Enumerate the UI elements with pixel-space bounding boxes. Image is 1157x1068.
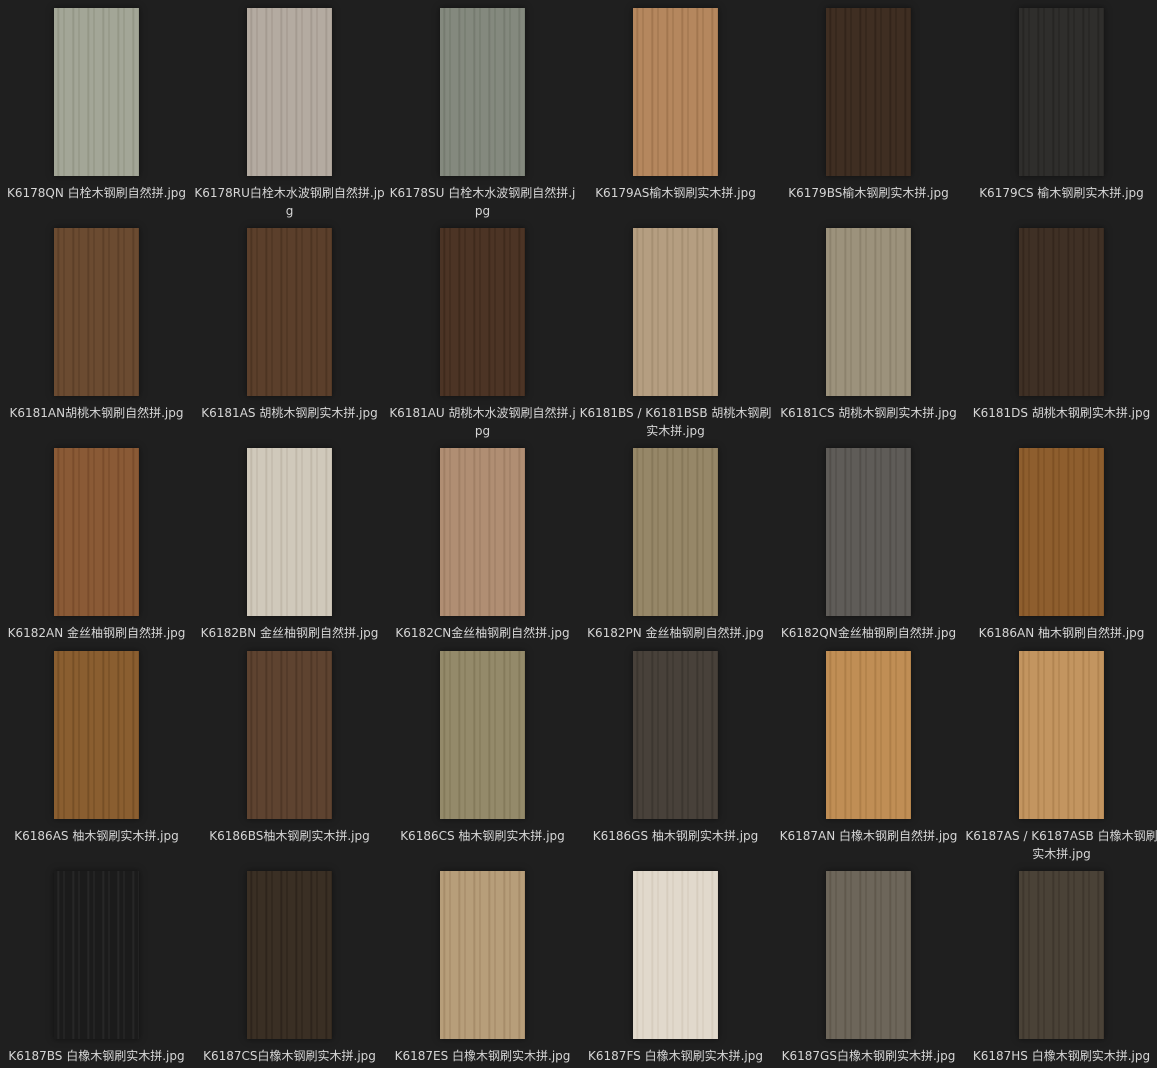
file-thumbnail[interactable] (826, 651, 911, 819)
file-name[interactable]: K6181AU 胡桃木水波钢刷自然拼.jpg (386, 404, 579, 440)
file-name[interactable]: K6181AN胡桃木钢刷自然拼.jpg (0, 404, 193, 422)
file-thumbnail[interactable] (440, 651, 525, 819)
file-name[interactable]: K6181DS 胡桃木钢刷实木拼.jpg (965, 404, 1157, 422)
file-thumbnail[interactable] (247, 8, 332, 176)
file-name[interactable]: K6186AN 柚木钢刷自然拼.jpg (965, 624, 1157, 642)
file-thumbnail[interactable] (826, 228, 911, 396)
file-name[interactable]: K6178QN 白栓木钢刷自然拼.jpg (0, 184, 193, 202)
file-name[interactable]: K6187FS 白橡木钢刷实木拼.jpg (579, 1047, 772, 1065)
file-thumbnail[interactable] (1019, 448, 1104, 616)
file-name[interactable]: K6181BS / K6181BSB 胡桃木钢刷实木拼.jpg (579, 404, 772, 440)
file-thumbnail[interactable] (826, 8, 911, 176)
file-thumbnail[interactable] (54, 871, 139, 1039)
file-name[interactable]: K6179CS 榆木钢刷实木拼.jpg (965, 184, 1157, 202)
file-name[interactable]: K6179BS榆木钢刷实木拼.jpg (772, 184, 965, 202)
file-name[interactable]: K6179AS榆木钢刷实木拼.jpg (579, 184, 772, 202)
file-grid: K6178QN 白栓木钢刷自然拼.jpg K6178RU白栓木水波钢刷自然拼.jp… (0, 0, 1157, 1068)
file-thumbnail[interactable] (54, 228, 139, 396)
file-name[interactable]: K6187AS / K6187ASB 白橡木钢刷实木拼.jpg (965, 827, 1157, 863)
file-name[interactable]: K6186CS 柚木钢刷实木拼.jpg (386, 827, 579, 845)
file-name[interactable]: K6186GS 柚木钢刷实木拼.jpg (579, 827, 772, 845)
file-thumbnail[interactable] (633, 651, 718, 819)
file-name[interactable]: K6182AN 金丝柚钢刷自然拼.jpg (0, 624, 193, 642)
file-thumbnail[interactable] (440, 448, 525, 616)
file-name[interactable]: K6187HS 白橡木钢刷实木拼.jpg (965, 1047, 1157, 1065)
file-name[interactable]: K6178RU白栓木水波钢刷自然拼.jpg (193, 184, 386, 220)
file-thumbnail[interactable] (633, 228, 718, 396)
file-name[interactable]: K6182QN金丝柚钢刷自然拼.jpg (772, 624, 965, 642)
file-name[interactable]: K6187GS白橡木钢刷实木拼.jpg (772, 1047, 965, 1065)
file-thumbnail[interactable] (1019, 228, 1104, 396)
file-thumbnail[interactable] (54, 651, 139, 819)
file-name[interactable]: K6186BS柚木钢刷实木拼.jpg (193, 827, 386, 845)
file-thumbnail[interactable] (1019, 871, 1104, 1039)
file-thumbnail[interactable] (826, 448, 911, 616)
file-thumbnail[interactable] (54, 448, 139, 616)
file-name[interactable]: K6182PN 金丝柚钢刷自然拼.jpg (579, 624, 772, 642)
file-name[interactable]: K6187ES 白橡木钢刷实木拼.jpg (386, 1047, 579, 1065)
file-thumbnail[interactable] (1019, 8, 1104, 176)
file-name[interactable]: K6182CN金丝柚钢刷自然拼.jpg (386, 624, 579, 642)
file-thumbnail[interactable] (633, 871, 718, 1039)
file-thumbnail[interactable] (440, 871, 525, 1039)
file-thumbnail[interactable] (247, 871, 332, 1039)
file-thumbnail[interactable] (633, 8, 718, 176)
file-name[interactable]: K6187BS 白橡木钢刷实木拼.jpg (0, 1047, 193, 1065)
file-thumbnail[interactable] (247, 228, 332, 396)
file-name[interactable]: K6187CS白橡木钢刷实木拼.jpg (193, 1047, 386, 1065)
file-name[interactable]: K6182BN 金丝柚钢刷自然拼.jpg (193, 624, 386, 642)
file-name[interactable]: K6178SU 白栓木水波钢刷自然拼.jpg (386, 184, 579, 220)
file-name[interactable]: K6181AS 胡桃木钢刷实木拼.jpg (193, 404, 386, 422)
file-name[interactable]: K6187AN 白橡木钢刷自然拼.jpg (772, 827, 965, 845)
file-thumbnail[interactable] (1019, 651, 1104, 819)
file-thumbnail[interactable] (440, 228, 525, 396)
file-thumbnail[interactable] (247, 448, 332, 616)
file-thumbnail[interactable] (54, 8, 139, 176)
file-thumbnail[interactable] (247, 651, 332, 819)
file-thumbnail[interactable] (826, 871, 911, 1039)
file-name[interactable]: K6186AS 柚木钢刷实木拼.jpg (0, 827, 193, 845)
file-thumbnail[interactable] (440, 8, 525, 176)
file-thumbnail[interactable] (633, 448, 718, 616)
file-name[interactable]: K6181CS 胡桃木钢刷实木拼.jpg (772, 404, 965, 422)
